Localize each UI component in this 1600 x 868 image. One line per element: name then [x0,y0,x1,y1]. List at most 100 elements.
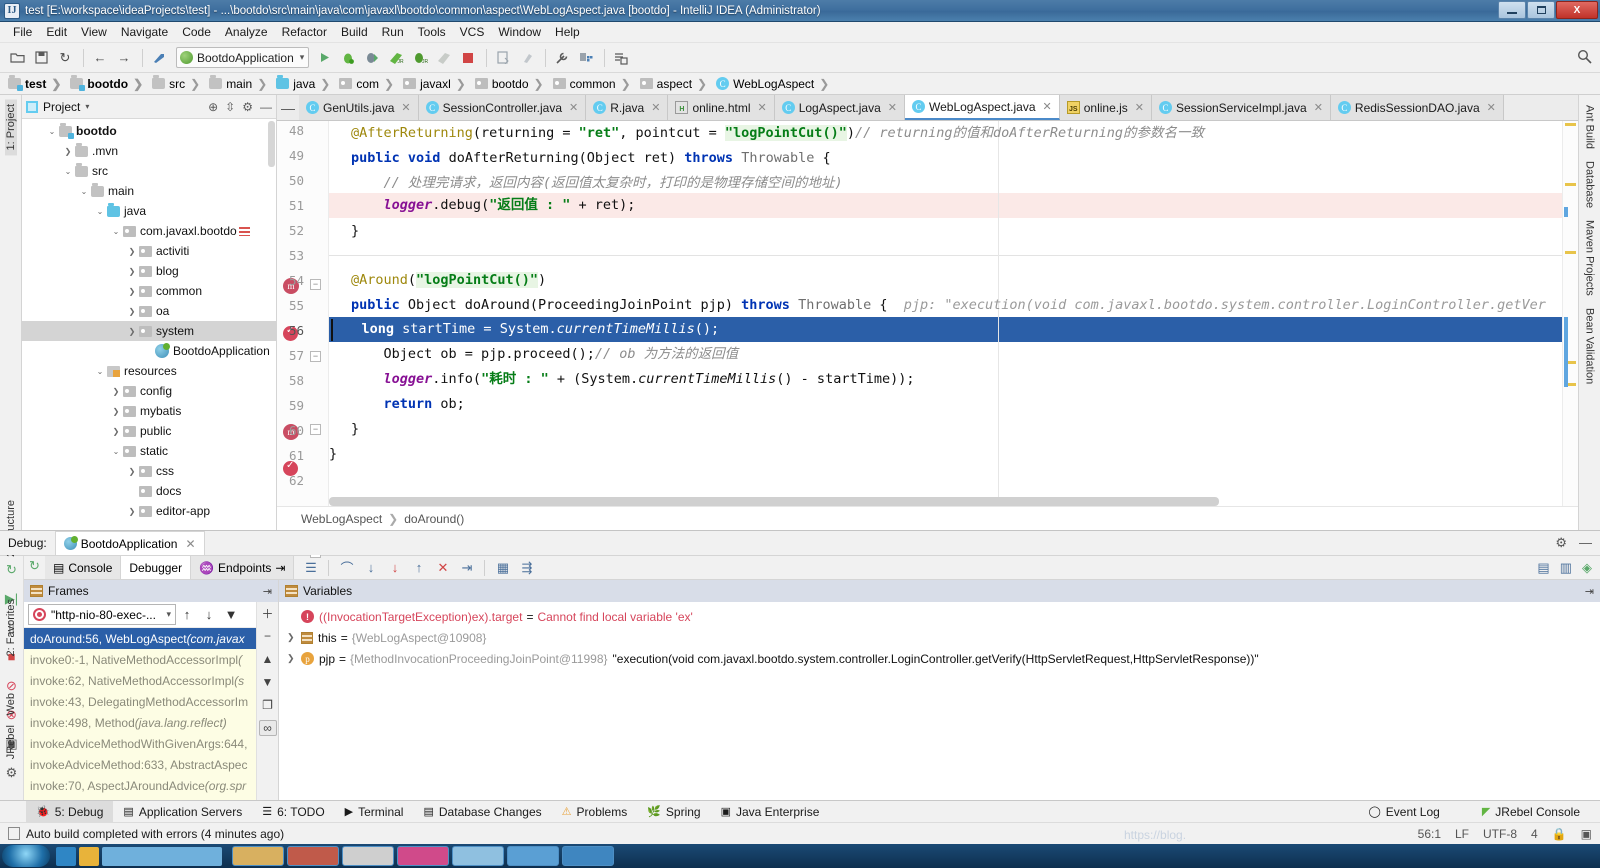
code-editor[interactable]: @AfterReturning(returning = "ret", point… [329,121,1562,506]
tree-node-main[interactable]: ⌄ main [22,181,276,201]
hide-icon[interactable]: — [1579,535,1592,551]
frame-item[interactable]: invokeAdviceMethod:633, AbstractAspec [24,754,256,775]
watch-icon[interactable]: ∞ [258,720,277,736]
tree-node-com-javaxl-bootdo[interactable]: ⌄ com.javaxl.bootdo [22,221,276,241]
chevron-right-icon[interactable]: ❯ [112,427,120,436]
status-message[interactable]: Auto build completed with errors (4 minu… [26,827,284,841]
locate-icon[interactable]: ⊕ [208,100,218,114]
taskbar-window[interactable] [452,846,504,866]
code-line-49[interactable]: public void doAfterReturning(Object ret)… [351,146,831,171]
tree-node-java[interactable]: ⌄ java [22,201,276,221]
taskbar-window[interactable] [232,846,284,866]
taskbar-window[interactable] [397,846,449,866]
project-structure-icon[interactable] [575,47,597,69]
breadcrumb-bootdo[interactable]: bootdo ❯ [68,73,150,95]
chevron-down-icon[interactable]: ⌄ [112,447,120,456]
toolwindow-button-6-todo[interactable]: ☰ 6: TODO [252,801,334,823]
chevron-down-icon[interactable]: ⌄ [112,227,120,236]
chevron-down-icon[interactable]: ⌄ [80,187,88,196]
marker-changed[interactable] [1564,317,1568,387]
tree-node-activiti[interactable]: ❯ activiti [22,241,276,261]
marker-warning[interactable] [1565,251,1576,254]
tree-node-system[interactable]: ❯ system [22,321,276,341]
force-step-into-icon[interactable]: ↓ [384,558,405,578]
menu-run[interactable]: Run [375,23,411,41]
menu-refactor[interactable]: Refactor [275,23,334,41]
code-line-52[interactable]: } [351,219,359,244]
move-up-icon[interactable]: ▲ [259,651,277,667]
code-line-59[interactable]: return ob; [351,392,465,417]
chevron-down-icon[interactable]: ⌄ [64,167,72,176]
toolwindow-button-problems[interactable]: ⚠ Problems [552,801,638,823]
editor-tab-redissessiondao-java[interactable]: C RedisSessionDAO.java ✕ [1330,95,1504,120]
menu-window[interactable]: Window [491,23,548,41]
hide-tabs-icon[interactable]: — [277,95,299,120]
run-icon[interactable] [313,47,335,69]
chevron-down-icon[interactable]: ⌄ [48,127,56,136]
menu-tools[interactable]: Tools [411,23,453,41]
evaluate-expression-icon[interactable]: ▦ [492,558,513,578]
chevron-right-icon[interactable]: ❯ [128,287,136,296]
taskbar-window[interactable] [342,846,394,866]
stop-icon[interactable] [457,47,479,69]
jrebel-console-button[interactable]: ◤ JRebel Console [1472,801,1590,823]
chevron-right-icon[interactable]: ❯ [128,247,136,256]
tab-debugger[interactable]: Debugger [121,556,192,579]
taskbar-window[interactable] [287,846,339,866]
load-config-icon[interactable] [610,47,632,69]
breadcrumb-class-name[interactable]: WebLogAspect [301,512,382,526]
chevron-right-icon[interactable]: ❯ [287,653,301,664]
menu-file[interactable]: File [6,23,39,41]
menu-help[interactable]: Help [548,23,587,41]
close-icon[interactable]: ✕ [401,101,410,114]
detach-icon[interactable]: ⇥ [1585,585,1594,598]
editor-tab-online-html[interactable]: Honline.html ✕ [668,95,775,120]
caret-position[interactable]: 56:1 [1418,827,1441,841]
menu-edit[interactable]: Edit [39,23,74,41]
tree-node-public[interactable]: ❯ public [22,421,276,441]
chevron-right-icon[interactable]: ❯ [128,507,136,516]
code-line-51[interactable]: logger.debug("返回值 : " + ret); [351,193,636,218]
breadcrumb-weblogaspect[interactable]: C WebLogAspect ❯ [714,73,836,95]
breadcrumb-bootdo-pkg[interactable]: bootdo ❯ [473,73,551,95]
remove-watch-icon[interactable]: − [259,628,277,644]
fold-marker-icon[interactable]: − [310,351,321,362]
breadcrumb-test[interactable]: test ❯ [6,73,68,95]
variable-row[interactable]: ! ((InvocationTargetException)ex).target =… [279,606,1600,627]
update-app-icon[interactable] [492,47,514,69]
breadcrumb-src[interactable]: src ❯ [150,73,207,95]
frame-item[interactable]: invokeAdviceMethodWithGivenArgs:644, [24,733,256,754]
tree-node-bootdo[interactable]: ⌄ bootdo [22,121,276,141]
hide-icon[interactable]: — [260,100,272,114]
code-line-48[interactable]: @AfterReturning(returning = "ret", point… [351,121,1204,146]
chevron-right-icon[interactable]: ❯ [128,467,136,476]
close-icon[interactable]: ✕ [651,101,660,114]
close-icon[interactable]: ✕ [185,537,195,551]
close-icon[interactable]: ✕ [1314,101,1323,114]
tab-endpoints[interactable]: ♒ Endpoints ⇥ [191,556,295,579]
breadcrumb-common[interactable]: common ❯ [551,73,638,95]
event-log-button[interactable]: ◯ Event Log [1358,801,1449,823]
maximize-button[interactable] [1527,1,1555,19]
menu-view[interactable]: View [74,23,114,41]
tree-node-common[interactable]: ❯ common [22,281,276,301]
close-icon[interactable]: ✕ [757,101,766,114]
tree-node-src[interactable]: ⌄ src [22,161,276,181]
variable-row[interactable]: ❯ this = {WebLogAspect@10908} [279,627,1600,648]
sync-icon[interactable]: ↻ [54,47,76,69]
toolwindow-button-database-changes[interactable]: ▤ Database Changes [413,801,551,823]
fold-marker-icon[interactable]: − [310,424,321,435]
tree-node-editor-app[interactable]: ❯ editor-app [22,501,276,521]
settings-wrench-icon[interactable] [551,47,573,69]
tree-node-bootdoapplication[interactable]: BootdoApplication [22,341,276,361]
settings-gear-icon[interactable]: ⚙ [242,100,253,114]
toolwindow-button-application-servers[interactable]: ▤ Application Servers [113,801,252,823]
editor-tab-r-java[interactable]: C R.java ✕ [586,95,669,120]
breadcrumb-javaxl[interactable]: javaxl ❯ [401,73,473,95]
code-line-61[interactable]: } [329,442,337,467]
chevron-right-icon[interactable]: ❯ [112,387,120,396]
indent-size[interactable]: 4 [1531,827,1538,841]
lock-icon[interactable]: 🔒 [1552,827,1567,841]
inspection-widget-icon[interactable]: ▣ [1581,827,1592,841]
drop-frame-icon[interactable]: ✕ [432,558,453,578]
